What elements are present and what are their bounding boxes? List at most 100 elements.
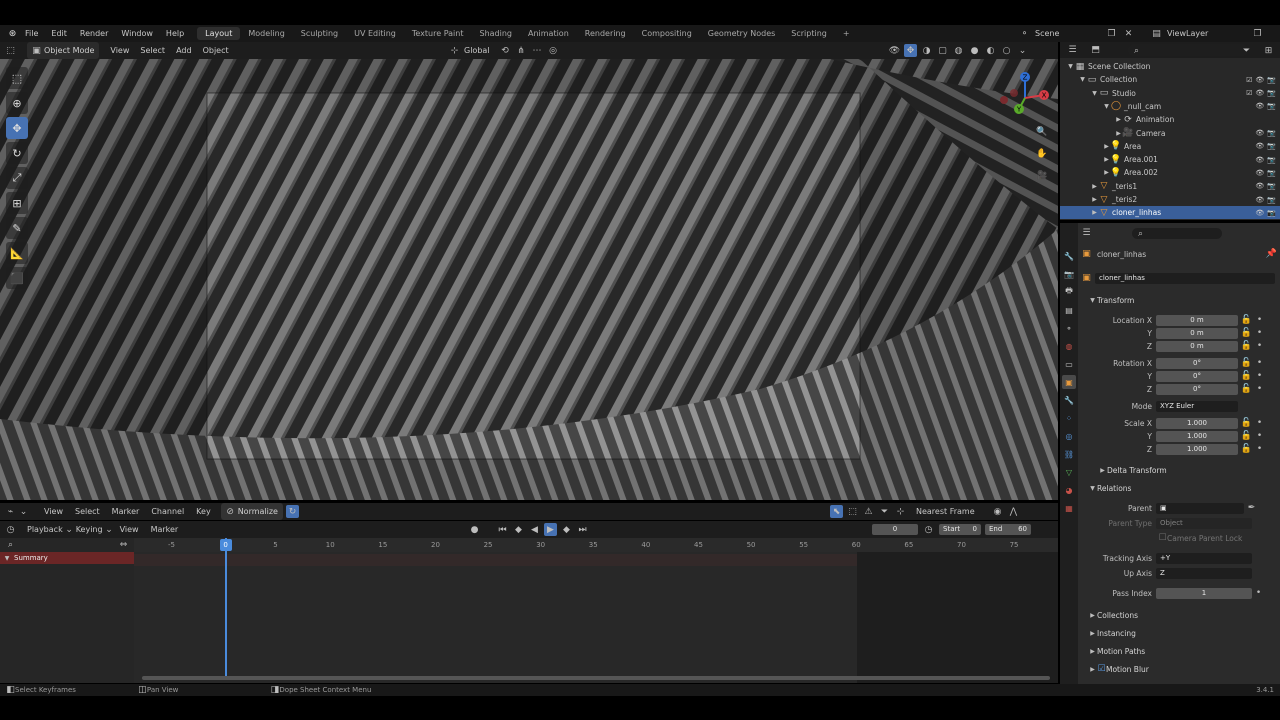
- camera-render-icon[interactable]: 📷: [1267, 142, 1276, 150]
- collections-panel-header[interactable]: ▶ Collections: [1080, 609, 1280, 621]
- dopesheet-editor-type-icon[interactable]: ⌁: [4, 505, 17, 518]
- lock-location-x-icon[interactable]: 🔓: [1240, 314, 1253, 327]
- scale-x-field[interactable]: 1.000: [1156, 417, 1238, 429]
- editor-type-icon[interactable]: ⬚: [4, 44, 17, 57]
- navigation-gizmo[interactable]: Z X Y: [996, 69, 1054, 127]
- timeline-menu-keying[interactable]: Keying: [76, 525, 103, 534]
- snap-mode-dropdown[interactable]: Nearest Frame: [916, 507, 988, 516]
- wireframe-shading-icon[interactable]: ◍: [952, 44, 965, 57]
- scene-tab-icon[interactable]: ⚬: [1062, 321, 1076, 335]
- keyframe-scale-x-icon[interactable]: •: [1253, 417, 1266, 430]
- snap-target-icon[interactable]: ⋯: [531, 44, 544, 57]
- scale-tool-icon[interactable]: ⤢: [6, 167, 28, 189]
- measure-tool-icon[interactable]: 📐: [6, 242, 28, 264]
- camera-render-icon[interactable]: 📷: [1267, 89, 1276, 97]
- lock-rotation-y-icon[interactable]: 🔓: [1240, 370, 1253, 383]
- outliner-row[interactable]: ▼ ◯ _null_cam 👁 📷: [1060, 100, 1280, 113]
- play-reverse-icon[interactable]: ◀: [528, 523, 541, 536]
- delete-scene-icon[interactable]: ✕: [1122, 27, 1135, 40]
- outliner-row[interactable]: ▶ 💡 Area 👁 📷: [1060, 140, 1280, 153]
- solid-shading-icon[interactable]: ●: [968, 44, 981, 57]
- frame-ruler[interactable]: -5 0 5 10 15 20 25 30 35 40 45 50 55 60 65 70 75: [134, 538, 1058, 552]
- overlay-toggle-icon[interactable]: ◑: [920, 44, 933, 57]
- rendered-shading-icon[interactable]: ○: [1000, 44, 1013, 57]
- viewport-menu-select[interactable]: Select: [140, 46, 165, 55]
- move-tool-icon[interactable]: ✥: [6, 117, 28, 139]
- outliner-expand-icon[interactable]: ▶: [1090, 180, 1099, 193]
- blender-logo-icon[interactable]: ⊛: [6, 27, 19, 40]
- playback-dropdown-icon[interactable]: ⌄: [63, 523, 76, 536]
- outliner-expand-icon[interactable]: ▼: [1102, 100, 1111, 113]
- only-selected-icon[interactable]: ⬉: [830, 505, 843, 518]
- jump-start-icon[interactable]: ⏮: [496, 523, 509, 536]
- scale-y-field[interactable]: 1.000: [1156, 430, 1238, 442]
- location-x-field[interactable]: 0 m: [1156, 314, 1238, 326]
- texture-tab-icon[interactable]: ▦: [1062, 501, 1076, 515]
- xray-toggle-icon[interactable]: ▢: [936, 44, 949, 57]
- snapping-icon[interactable]: ⊹: [894, 505, 907, 518]
- eye-icon[interactable]: 👁: [1255, 196, 1264, 204]
- dopesheet-menu-channel[interactable]: Channel: [151, 507, 184, 516]
- tab-texture-paint[interactable]: Texture Paint: [404, 27, 472, 40]
- lock-rotation-x-icon[interactable]: 🔓: [1240, 357, 1253, 370]
- outliner-row[interactable]: ▶ ▽ cloner_linhas 👁 📷: [1060, 206, 1280, 220]
- lock-location-y-icon[interactable]: 🔓: [1240, 327, 1253, 340]
- outliner-expand-icon[interactable]: ▶: [1090, 193, 1099, 206]
- collection-tab-icon[interactable]: ▭: [1062, 357, 1076, 371]
- parent-eyedropper-icon[interactable]: ✒: [1245, 502, 1258, 515]
- summary-channel[interactable]: ▼ Summary: [0, 552, 134, 564]
- lock-scale-z-icon[interactable]: 🔓: [1240, 443, 1253, 456]
- viewlayer-name[interactable]: ViewLayer: [1167, 29, 1247, 38]
- menu-file[interactable]: File: [25, 29, 38, 38]
- keyframe-location-x-icon[interactable]: •: [1253, 314, 1266, 327]
- rotation-z-field[interactable]: 0°: [1156, 383, 1238, 395]
- particles-tab-icon[interactable]: ⁘: [1062, 411, 1076, 425]
- tab-sculpting[interactable]: Sculpting: [293, 27, 346, 40]
- properties-pin-editor-icon[interactable]: ☰: [1080, 227, 1093, 240]
- gizmo-neg-y-handle[interactable]: [1010, 89, 1018, 97]
- tab-animation[interactable]: Animation: [520, 27, 577, 40]
- material-tab-icon[interactable]: ◕: [1062, 483, 1076, 497]
- falloff-icon[interactable]: ⋀: [1007, 505, 1020, 518]
- playhead-frame-indicator[interactable]: 0: [219, 539, 232, 551]
- viewport-menu-add[interactable]: Add: [176, 46, 192, 55]
- outliner-row[interactable]: ▶ 🎥 Camera 👁 📷: [1060, 127, 1280, 140]
- outliner-row[interactable]: ▶ ▽ _teris1 👁 📷: [1060, 180, 1280, 193]
- eye-icon[interactable]: 👁: [1255, 129, 1264, 137]
- tool-tab-icon[interactable]: 🔧: [1062, 249, 1076, 263]
- outliner-row[interactable]: ▼ ▦ Scene Collection: [1060, 60, 1280, 73]
- current-frame-field[interactable]: 0: [872, 524, 918, 535]
- channel-search[interactable]: ⌕ ⇔: [0, 538, 134, 552]
- outliner-expand-icon[interactable]: ▼: [1066, 60, 1075, 73]
- timeline-menu-marker[interactable]: Marker: [151, 525, 179, 534]
- add-workspace-button[interactable]: +: [835, 27, 858, 40]
- tab-shading[interactable]: Shading: [471, 27, 520, 40]
- pan-hand-icon[interactable]: ✋: [1034, 145, 1050, 163]
- camera-view-icon[interactable]: 🎥: [1034, 167, 1050, 185]
- location-z-field[interactable]: 0 m: [1156, 340, 1238, 352]
- viewport-menu-object[interactable]: Object: [203, 46, 229, 55]
- instancing-panel-header[interactable]: ▶ Instancing: [1080, 627, 1280, 639]
- exclude-checkbox-icon[interactable]: ☑: [1246, 89, 1252, 97]
- snap-icon[interactable]: ⋔: [515, 44, 528, 57]
- motion-blur-checkbox[interactable]: ☑: [1097, 663, 1106, 676]
- keyframe-rotation-x-icon[interactable]: •: [1253, 357, 1266, 370]
- lock-location-z-icon[interactable]: 🔓: [1240, 340, 1253, 353]
- outliner-row[interactable]: ▶ 💡 Area.001 👁 📷: [1060, 153, 1280, 166]
- menu-edit[interactable]: Edit: [51, 29, 67, 38]
- dopesheet-mode-dropdown-icon[interactable]: ⌄: [17, 505, 30, 518]
- up-axis-dropdown[interactable]: Z: [1156, 567, 1252, 579]
- outliner-expand-icon[interactable]: ▶: [1114, 113, 1123, 126]
- exclude-checkbox-icon[interactable]: ☑: [1246, 76, 1252, 84]
- menu-help[interactable]: Help: [166, 29, 184, 38]
- eye-icon[interactable]: 👁: [1255, 209, 1264, 217]
- new-viewlayer-icon[interactable]: ❐: [1251, 27, 1264, 40]
- eye-icon[interactable]: 👁: [1255, 156, 1264, 164]
- modifier-tab-icon[interactable]: 🔧: [1062, 393, 1076, 407]
- tab-rendering[interactable]: Rendering: [577, 27, 634, 40]
- eye-icon[interactable]: 👁: [1255, 76, 1264, 84]
- tab-layout[interactable]: Layout: [197, 27, 241, 40]
- show-hidden-icon[interactable]: ⬚: [846, 505, 859, 518]
- select-box-tool-icon[interactable]: ⬚: [6, 67, 28, 89]
- outliner-expand-icon[interactable]: ▼: [1090, 87, 1099, 100]
